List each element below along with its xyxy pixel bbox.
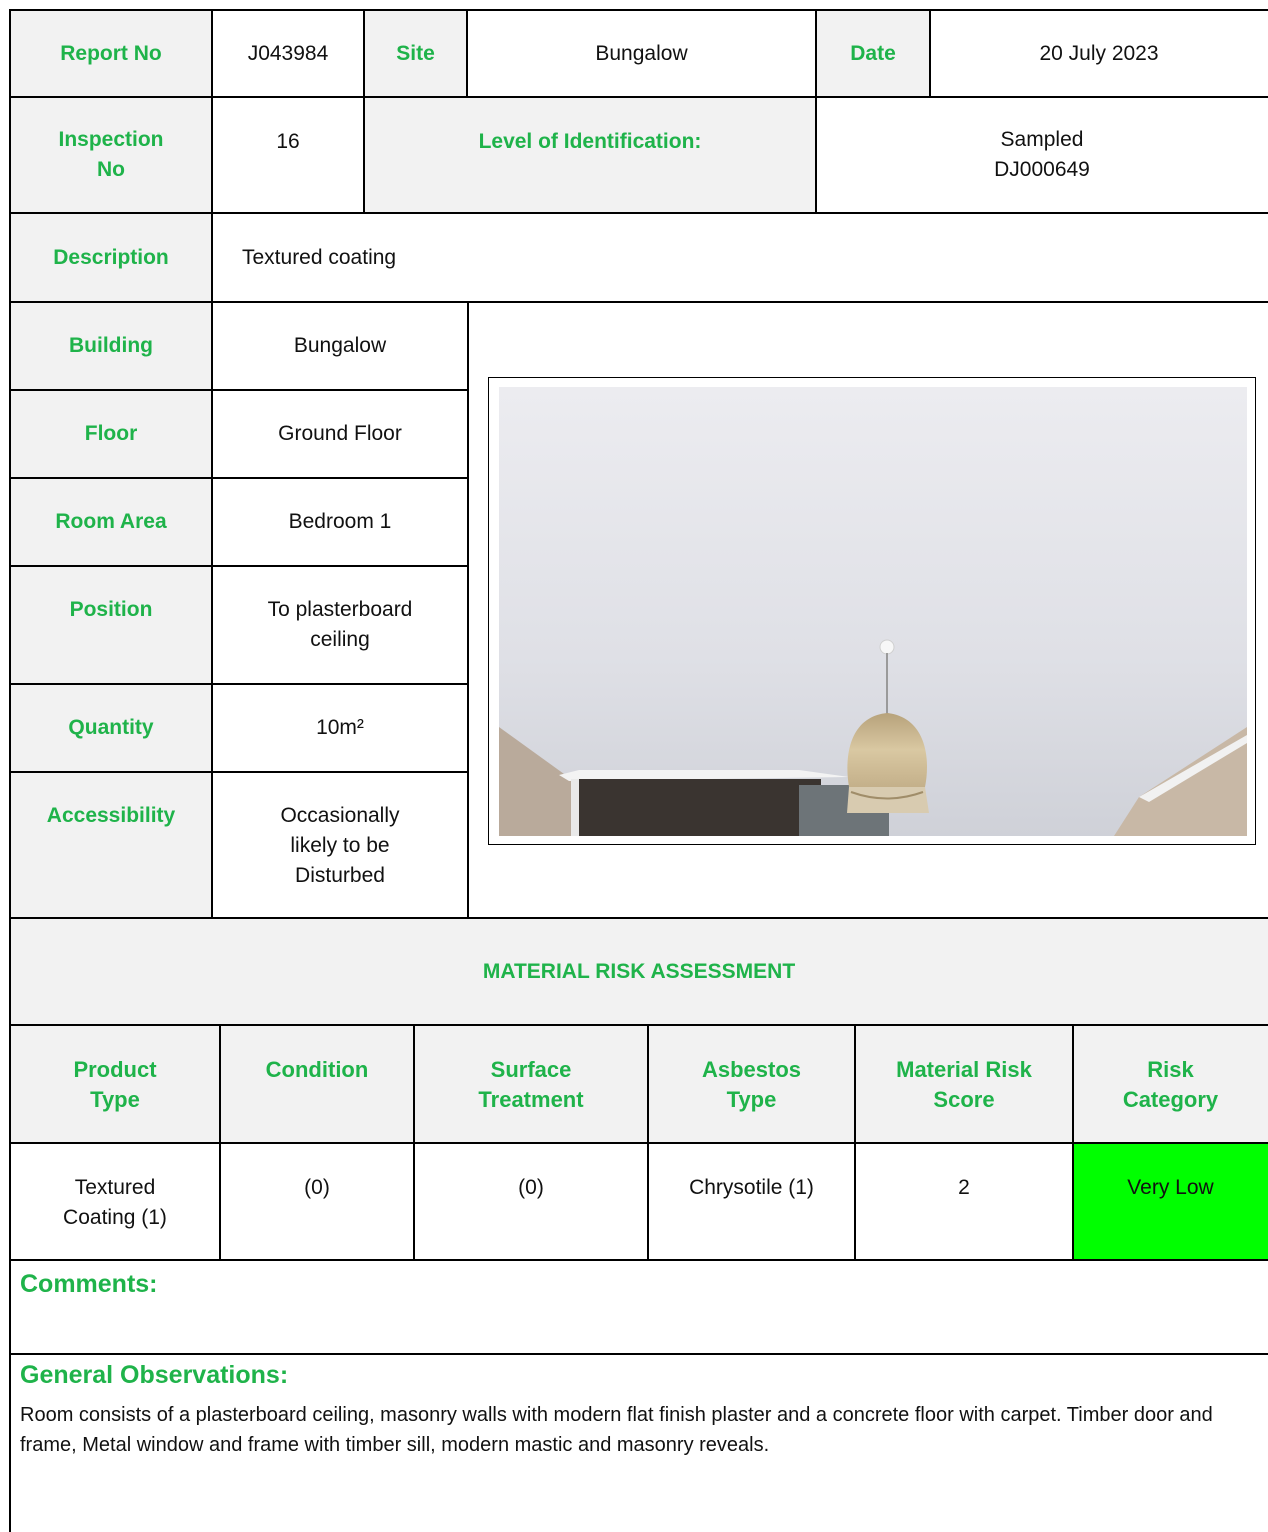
date-label: Date: [816, 10, 930, 97]
floor-value: Ground Floor: [278, 422, 402, 445]
mra-risk-category-value: Very Low: [1073, 1143, 1268, 1260]
position-value: To plasterboard ceiling: [267, 598, 413, 651]
accessibility-label: Accessibility: [10, 772, 212, 918]
report-no-label: Report No: [10, 10, 212, 97]
room-area-label: Room Area: [10, 478, 212, 566]
mra-header-condition: Condition: [220, 1025, 414, 1143]
report-no-value: J043984: [247, 41, 329, 65]
site-value: Bungalow: [595, 41, 688, 65]
mra-header-product-type: Product Type: [10, 1025, 220, 1143]
description-label: Description: [10, 213, 212, 302]
mra-title: MATERIAL RISK ASSESSMENT: [10, 918, 1268, 1025]
date-value: 20 July 2023: [1039, 41, 1159, 65]
building-label: Building: [10, 302, 212, 390]
mra-header-asbestos-type: Asbestos Type: [648, 1025, 855, 1143]
mra-header-surface-treatment: Surface Treatment: [414, 1025, 648, 1143]
site-label: Site: [364, 10, 467, 97]
quantity-label: Quantity: [10, 684, 212, 772]
inspection-no-value: 16: [276, 130, 300, 153]
building-value: Bungalow: [293, 334, 387, 357]
quantity-value: 10m²: [316, 716, 364, 739]
comments-heading: Comments:: [20, 1270, 158, 1298]
mra-header-risk-category: Risk Category: [1073, 1025, 1268, 1143]
position-label: Position: [10, 566, 212, 684]
room-area-value: Bedroom 1: [288, 510, 392, 533]
mra-condition-value: (0): [304, 1176, 330, 1199]
ceiling-photo: [499, 387, 1247, 836]
floor-label: Floor: [10, 390, 212, 478]
mra-surface-treatment-value: (0): [518, 1176, 544, 1199]
description-value: Textured coating: [242, 245, 397, 269]
level-of-identification-label: Level of Identification:: [364, 97, 816, 213]
sample-photo-frame: [488, 377, 1256, 845]
level-of-identification-value: Sampled DJ000649: [994, 128, 1090, 181]
mra-asbestos-type-value: Chrysotile (1): [689, 1176, 814, 1199]
general-observations-heading: General Observations:: [20, 1361, 289, 1389]
mra-product-type-value: Textured Coating (1): [63, 1176, 167, 1229]
inspection-no-label: Inspection No: [10, 97, 212, 213]
ceiling-photo-image: [499, 387, 1247, 836]
mra-header-material-risk-score: Material Risk Score: [855, 1025, 1073, 1143]
accessibility-value: Occasionally likely to be Disturbed: [280, 804, 400, 887]
general-observations-text: Room consists of a plasterboard ceiling,…: [20, 1404, 1213, 1456]
mra-material-risk-score-value: 2: [958, 1176, 970, 1199]
